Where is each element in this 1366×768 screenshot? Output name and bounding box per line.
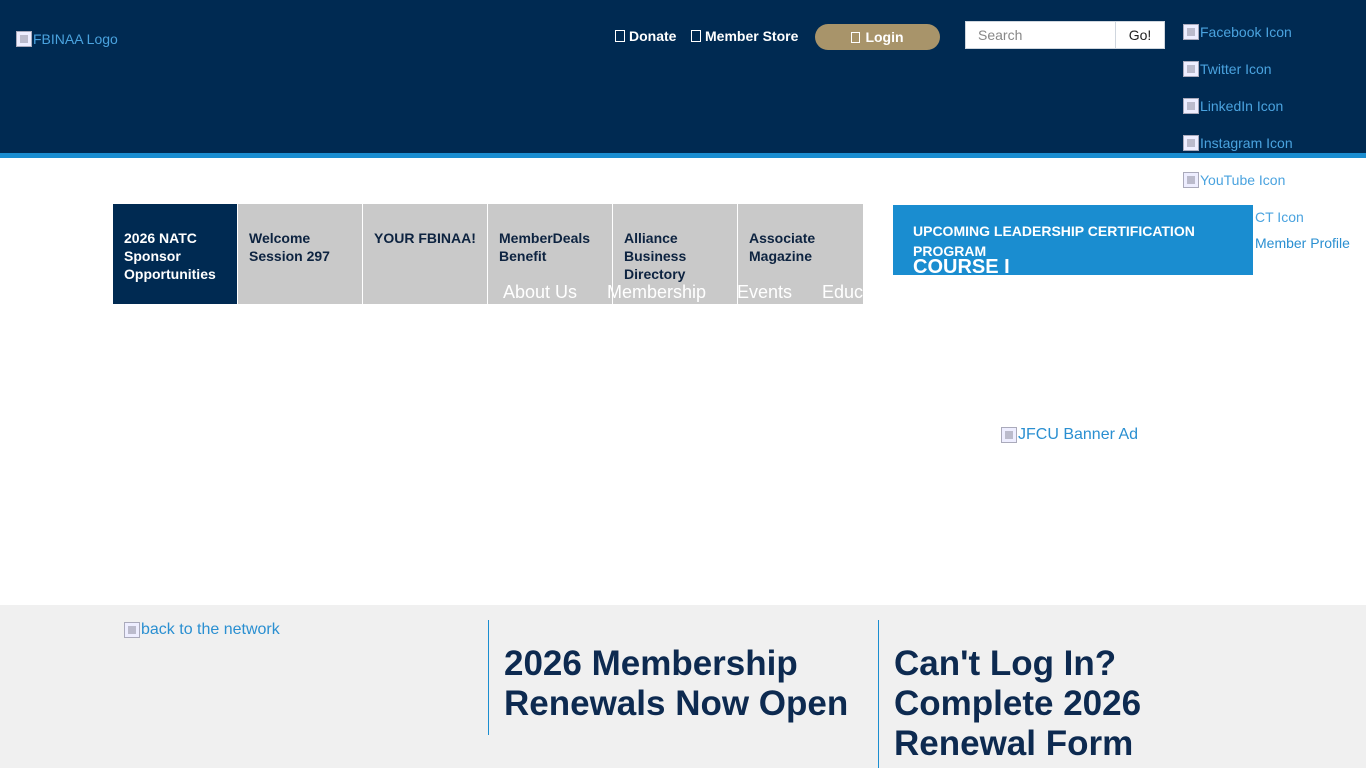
broken-image-icon xyxy=(16,31,32,47)
search-input[interactable] xyxy=(965,21,1116,49)
linkedin-alt-text: LinkedIn Icon xyxy=(1200,98,1284,114)
twitter-alt-text: Twitter Icon xyxy=(1200,61,1272,77)
upcoming-course-promo[interactable]: UPCOMING LEADERSHIP CERTIFICATION PROGRA… xyxy=(893,205,1253,275)
donate-link[interactable]: Donate xyxy=(615,28,676,44)
nav-membership[interactable]: Membership xyxy=(607,282,706,303)
footer-divider xyxy=(878,620,879,768)
promo-title: UPCOMING LEADERSHIP CERTIFICATION PROGRA… xyxy=(913,223,1195,259)
site-logo[interactable]: FBINAA Logo xyxy=(16,31,118,47)
linkedin-icon xyxy=(1183,98,1199,114)
main-nav: About Us Membership Events Educ xyxy=(113,282,863,304)
news-headline-renewals[interactable]: 2026 Membership Renewals Now Open xyxy=(504,644,874,724)
youtube-alt-text: YouTube Icon xyxy=(1200,172,1286,188)
login-button[interactable]: Login xyxy=(815,24,940,50)
nav-about-us[interactable]: About Us xyxy=(503,282,577,303)
member-store-label: Member Store xyxy=(705,28,799,44)
search-go-button[interactable]: Go! xyxy=(1115,21,1165,49)
donate-icon xyxy=(615,30,625,42)
header-stripe xyxy=(0,153,1366,158)
banner-ad-alt-text: JFCU Banner Ad xyxy=(1018,426,1139,443)
back-to-network-link[interactable]: back to the network xyxy=(124,621,280,639)
member-store-link[interactable]: Member Store xyxy=(691,28,798,44)
broken-image-icon xyxy=(124,622,140,638)
twitter-icon xyxy=(1183,61,1199,77)
extra-social-alt-text: CT Icon xyxy=(1255,209,1304,225)
youtube-icon xyxy=(1183,172,1199,188)
facebook-alt-text: Facebook Icon xyxy=(1200,24,1292,40)
instagram-alt-text: Instagram Icon xyxy=(1200,135,1293,151)
back-to-network-alt-text: back to the network xyxy=(141,621,280,638)
logo-alt-text: FBINAA Logo xyxy=(33,31,118,47)
login-icon xyxy=(851,31,861,43)
banner-ad[interactable]: JFCU Banner Ad xyxy=(1001,426,1138,444)
linkedin-link[interactable]: LinkedIn Icon xyxy=(1183,98,1283,114)
login-label: Login xyxy=(865,29,904,45)
facebook-link[interactable]: Facebook Icon xyxy=(1183,24,1292,40)
nav-education[interactable]: Educ xyxy=(822,282,863,303)
broken-image-icon xyxy=(1001,427,1017,443)
youtube-link[interactable]: YouTube Icon xyxy=(1183,172,1285,188)
promo-subtitle: COURSE I xyxy=(913,256,1010,275)
nav-events[interactable]: Events xyxy=(737,282,792,303)
store-icon xyxy=(691,30,701,42)
facebook-icon xyxy=(1183,24,1199,40)
instagram-link[interactable]: Instagram Icon xyxy=(1183,135,1293,151)
donate-label: Donate xyxy=(629,28,677,44)
member-profile-link[interactable]: Member Profile xyxy=(1255,235,1350,251)
footer-divider xyxy=(488,620,489,735)
news-headline-cant-login[interactable]: Can't Log In? Complete 2026 Renewal Form xyxy=(894,644,1214,764)
twitter-link[interactable]: Twitter Icon xyxy=(1183,61,1272,77)
instagram-icon xyxy=(1183,135,1199,151)
